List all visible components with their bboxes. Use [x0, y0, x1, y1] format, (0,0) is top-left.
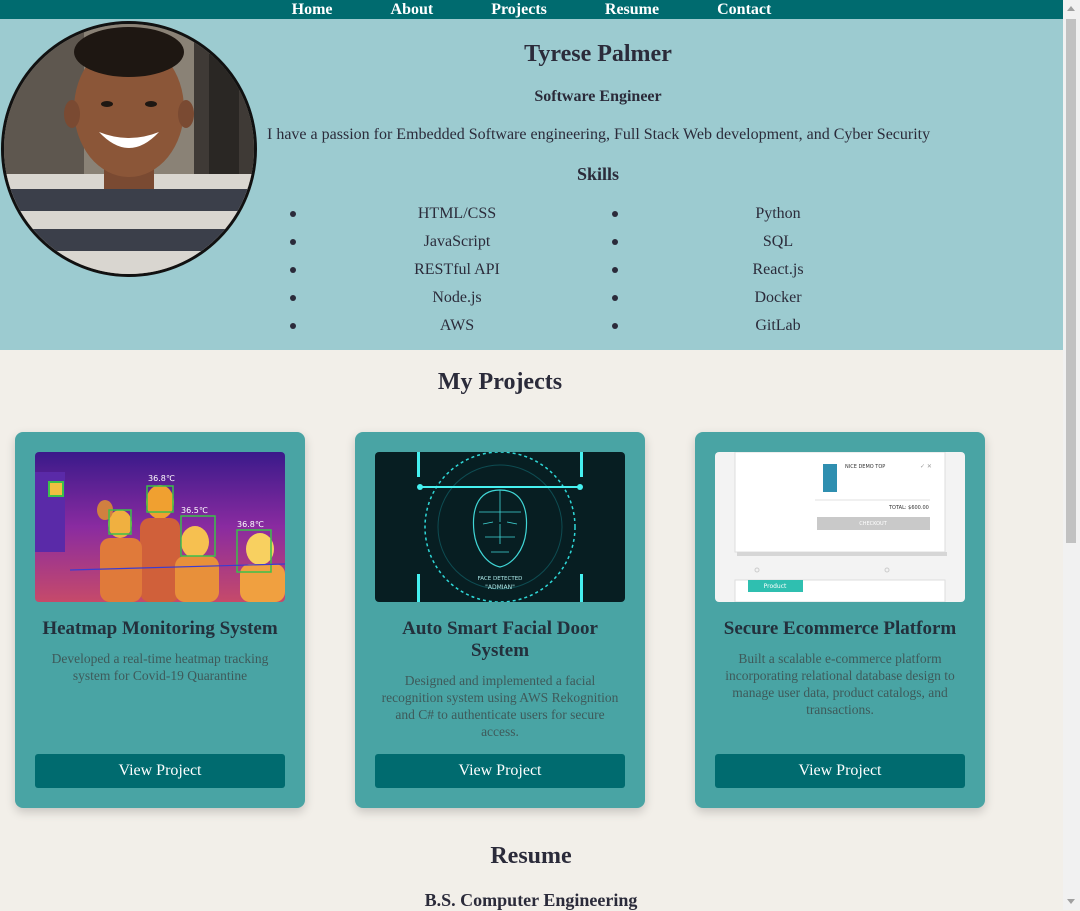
bullet-icon — [612, 239, 618, 245]
skills-list: HTML/CSS JavaScript RESTful API Node.js … — [267, 200, 929, 340]
bullet-icon — [290, 211, 296, 217]
resume-title: Resume — [490, 843, 572, 869]
project-title: Auto Smart Facial Door System — [402, 618, 598, 661]
view-project-button[interactable]: View Project — [375, 754, 625, 788]
skill-item: RESTful API — [414, 261, 500, 278]
project-card-heatmap: 36.8℃ 36.5℃ 36.8℃ Heatmap Monitoring Sys… — [15, 432, 305, 808]
hero-name: Tyrese Palmer — [524, 41, 672, 67]
thumb-label: "ADMIAN" — [485, 584, 515, 591]
bullet-icon — [612, 267, 618, 273]
skill-item: Docker — [754, 289, 802, 306]
skill-item: HTML/CSS — [417, 205, 497, 222]
project-description: Developed a real-time heatmap tracking s… — [51, 651, 269, 683]
project-description: Built a scalable e-commerce platform inc… — [725, 651, 955, 717]
skill-item: GitLab — [755, 317, 801, 334]
avatar — [1, 21, 257, 277]
scrollbar-thumb[interactable] — [1066, 19, 1076, 543]
thumb-label: Product — [764, 583, 787, 590]
hero-role: Software Engineer — [534, 88, 662, 105]
skill-item: Python — [755, 205, 801, 222]
scroll-down-icon[interactable] — [1067, 899, 1075, 904]
skill-item: Node.js — [432, 289, 482, 306]
thumb-label: NICE DEMO TOP — [845, 464, 885, 470]
hero-section: Tyrese Palmer Software Engineer I have a… — [0, 19, 1063, 350]
bullet-icon — [290, 323, 296, 329]
projects-title: My Projects — [437, 369, 563, 395]
skill-item: JavaScript — [423, 233, 491, 250]
nav-contact[interactable]: Contact — [688, 0, 800, 19]
thumb-label: 36.8℃ — [148, 474, 175, 483]
view-project-button[interactable]: View Project — [715, 754, 965, 788]
bullet-icon — [290, 267, 296, 273]
project-thumbnail: NICE DEMO TOP ✓ ✕ TOTAL: $600.00 CHECKOU… — [715, 452, 965, 602]
page-scrollbar[interactable] — [1063, 0, 1080, 910]
project-card-ecommerce: NICE DEMO TOP ✓ ✕ TOTAL: $600.00 CHECKOU… — [695, 432, 985, 808]
scroll-up-icon[interactable] — [1067, 6, 1075, 11]
skill-item: AWS — [439, 317, 475, 334]
resume-degree: B.S. Computer Engineering — [424, 890, 638, 910]
thumb-label: CHECKOUT — [859, 521, 888, 527]
close-icon: ✓ ✕ — [920, 463, 932, 470]
hero-bio: I have a passion for Embedded Software e… — [267, 126, 931, 143]
top-nav: Home About Projects Resume Contact — [0, 0, 1063, 19]
bullet-icon — [612, 211, 618, 217]
thumb-label: FACE DETECTED — [478, 576, 523, 582]
bullet-icon — [612, 295, 618, 301]
thumb-label: TOTAL: $600.00 — [888, 505, 929, 511]
nav-home[interactable]: Home — [263, 0, 362, 19]
bullet-icon — [290, 295, 296, 301]
skill-item: React.js — [752, 261, 804, 278]
project-card-facial-door: FACE DETECTED "ADMIAN" Auto Smart Facial… — [355, 432, 645, 808]
skills-title: Skills — [576, 164, 620, 184]
nav-projects[interactable]: Projects — [462, 0, 576, 19]
bullet-icon — [612, 323, 618, 329]
project-description: Designed and implemented a facial recogn… — [381, 673, 619, 739]
view-project-button[interactable]: View Project — [35, 754, 285, 788]
thumb-label: 36.8℃ — [237, 520, 264, 529]
project-title: Heatmap Monitoring System — [42, 618, 278, 639]
nav-resume[interactable]: Resume — [576, 0, 688, 19]
skill-item: SQL — [762, 233, 794, 250]
project-thumbnail: FACE DETECTED "ADMIAN" — [375, 452, 625, 602]
thumb-label: 36.5℃ — [181, 506, 208, 515]
project-title: Secure Ecommerce Platform — [723, 618, 957, 639]
bullet-icon — [290, 239, 296, 245]
project-thumbnail: 36.8℃ 36.5℃ 36.8℃ — [35, 452, 285, 602]
nav-about[interactable]: About — [362, 0, 463, 19]
